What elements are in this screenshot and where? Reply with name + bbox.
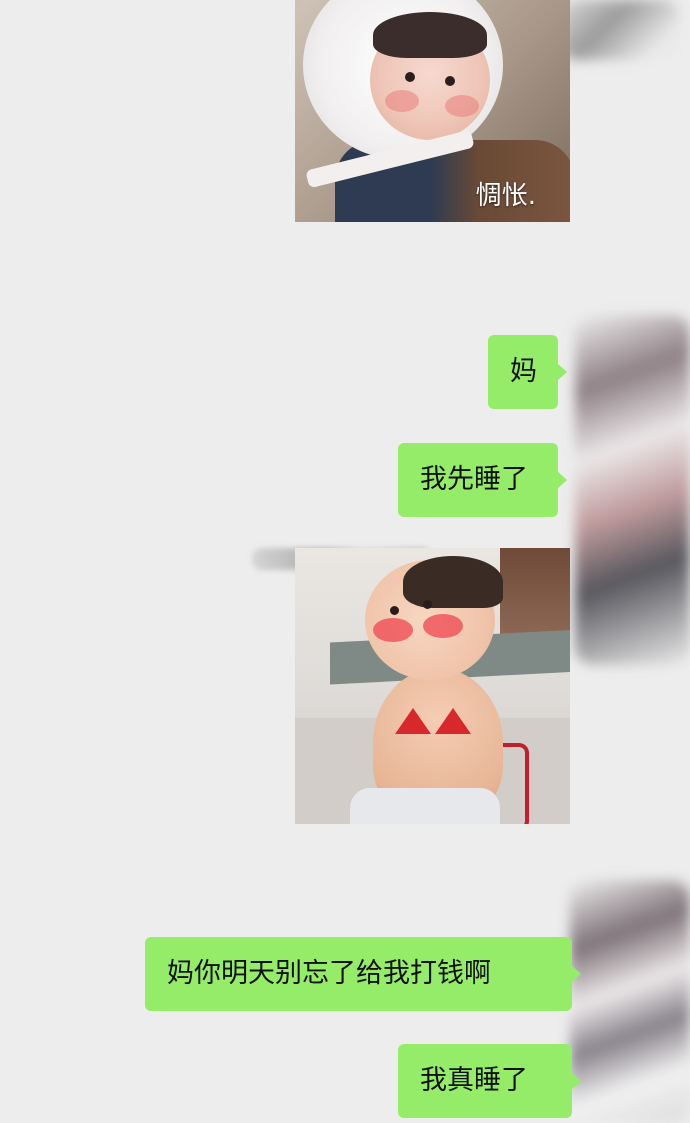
- sticker-figure-cheek: [445, 95, 479, 117]
- message-bubble[interactable]: 我真睡了: [398, 1044, 581, 1118]
- sticker-figure-eye: [423, 600, 432, 609]
- sticker-figure-hair: [373, 12, 487, 58]
- sticker-figure-blush: [423, 614, 463, 638]
- sticker-message[interactable]: 惆怅.: [295, 0, 570, 222]
- sticker-figure-hair: [403, 556, 503, 608]
- sticker-figure-eye: [445, 76, 455, 86]
- avatar[interactable]: [575, 315, 690, 665]
- sticker-background-cabinet: [500, 548, 570, 643]
- sticker-figure-diaper: [350, 788, 500, 824]
- avatar[interactable]: [570, 880, 690, 1123]
- sticker-caption: 惆怅.: [475, 181, 536, 211]
- avatar[interactable]: [560, 0, 680, 60]
- sticker-figure-eye: [390, 606, 399, 615]
- message-bubble[interactable]: 妈你明天别忘了给我打钱啊: [145, 937, 581, 1011]
- sticker-figure-cheek: [385, 90, 419, 112]
- sticker-message[interactable]: [295, 548, 570, 824]
- message-bubble[interactable]: 妈: [488, 335, 567, 409]
- sticker-figure-eye: [405, 72, 415, 82]
- chat-view: 惆怅. 妈 我先睡了 妈你明天别忘了给我打钱啊 我真睡了: [0, 0, 690, 1123]
- message-bubble[interactable]: 我先睡了: [398, 443, 567, 517]
- sticker-figure-blush: [373, 618, 413, 642]
